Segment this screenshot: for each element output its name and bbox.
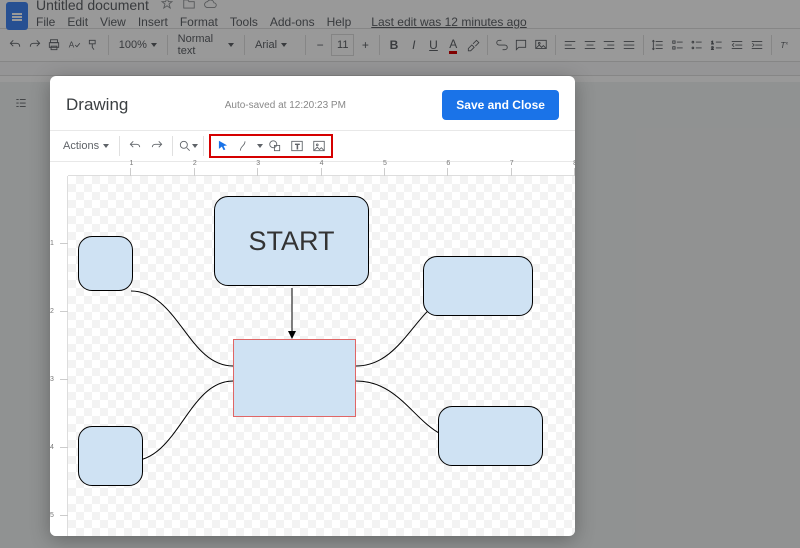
line-spacing-button[interactable] [649,34,667,56]
underline-button[interactable]: U [425,34,443,56]
align-justify-button[interactable] [620,34,638,56]
indent-increase-button[interactable] [748,34,766,56]
italic-button[interactable]: I [405,34,423,56]
cloud-icon[interactable] [204,0,220,13]
font-dropdown[interactable]: Arial [250,34,300,56]
svg-text:T: T [295,144,300,151]
spellcheck-button[interactable]: A [65,34,83,56]
print-button[interactable] [46,34,64,56]
checklist-button[interactable] [669,34,687,56]
menu-help[interactable]: Help [327,15,352,29]
shape-top-right[interactable] [423,256,533,316]
shape-center-selected[interactable] [233,339,356,417]
menu-tools[interactable]: Tools [230,15,258,29]
align-left-button[interactable] [561,34,579,56]
undo-button[interactable] [125,136,145,156]
menu-edit[interactable]: Edit [67,15,88,29]
insert-comment-button[interactable] [513,34,531,56]
redo-button[interactable] [147,136,167,156]
text-color-button[interactable]: A [444,34,462,56]
indent-decrease-button[interactable] [728,34,746,56]
clear-formatting-button[interactable]: Tx [776,34,794,56]
outline-toggle-icon[interactable] [14,96,34,112]
shape-tool[interactable] [265,136,285,156]
shape-top-left[interactable] [78,236,133,291]
menu-file[interactable]: File [36,15,55,29]
svg-text:A: A [69,40,75,49]
menu-bar: File Edit View Insert Format Tools Add-o… [36,13,527,35]
font-size-decrease[interactable]: − [311,34,329,56]
docs-ruler [0,62,800,76]
menu-addons[interactable]: Add-ons [270,15,315,29]
svg-text:x: x [786,40,789,45]
insert-image-button[interactable] [532,34,550,56]
drawing-dialog: Drawing Auto-saved at 12:20:23 PM Save a… [50,76,575,536]
paint-format-button[interactable] [85,34,103,56]
paragraph-style-dropdown[interactable]: Normal text [173,34,240,56]
redo-button[interactable] [26,34,44,56]
insert-link-button[interactable] [493,34,511,56]
line-tool-dropdown[interactable] [257,144,263,148]
align-right-button[interactable] [601,34,619,56]
menu-insert[interactable]: Insert [138,15,168,29]
font-size-input[interactable]: 11 [331,34,354,56]
shape-bottom-left[interactable] [78,426,143,486]
star-icon[interactable] [160,0,176,13]
actions-dropdown[interactable]: Actions [58,135,114,157]
zoom-dropdown[interactable] [178,136,198,156]
docs-logo[interactable] [6,2,28,30]
document-title[interactable]: Untitled document [36,0,149,13]
bold-button[interactable]: B [385,34,403,56]
save-and-close-button[interactable]: Save and Close [442,90,559,120]
font-size-increase[interactable]: + [356,34,374,56]
autosave-status: Auto-saved at 12:20:23 PM [225,100,346,111]
dialog-title: Drawing [66,95,128,115]
drawing-toolbar: Actions T [50,130,575,162]
undo-button[interactable] [6,34,24,56]
svg-text:2: 2 [711,46,714,51]
menu-format[interactable]: Format [180,15,218,29]
shape-bottom-right[interactable] [438,406,543,466]
align-center-button[interactable] [581,34,599,56]
svg-text:1: 1 [711,40,714,45]
last-edit-link[interactable]: Last edit was 12 minutes ago [371,15,526,29]
vertical-ruler: 12345 [50,176,68,536]
zoom-dropdown[interactable]: 100% [114,34,162,56]
drawing-canvas[interactable]: START [68,176,575,536]
textbox-tool[interactable]: T [287,136,307,156]
shape-start[interactable]: START [214,196,369,286]
highlighted-toolbox: T [209,134,333,158]
start-label: START [248,226,334,257]
highlight-button[interactable] [464,34,482,56]
docs-toolbar: A 100% Normal text Arial − 11 + B I U A … [0,28,800,62]
bulleted-list-button[interactable] [688,34,706,56]
select-tool[interactable] [213,136,233,156]
move-icon[interactable] [182,0,198,13]
numbered-list-button[interactable]: 12 [708,34,726,56]
menu-view[interactable]: View [100,15,126,29]
image-tool[interactable] [309,136,329,156]
horizontal-ruler: 12345678 [68,162,575,176]
line-tool[interactable] [235,136,255,156]
